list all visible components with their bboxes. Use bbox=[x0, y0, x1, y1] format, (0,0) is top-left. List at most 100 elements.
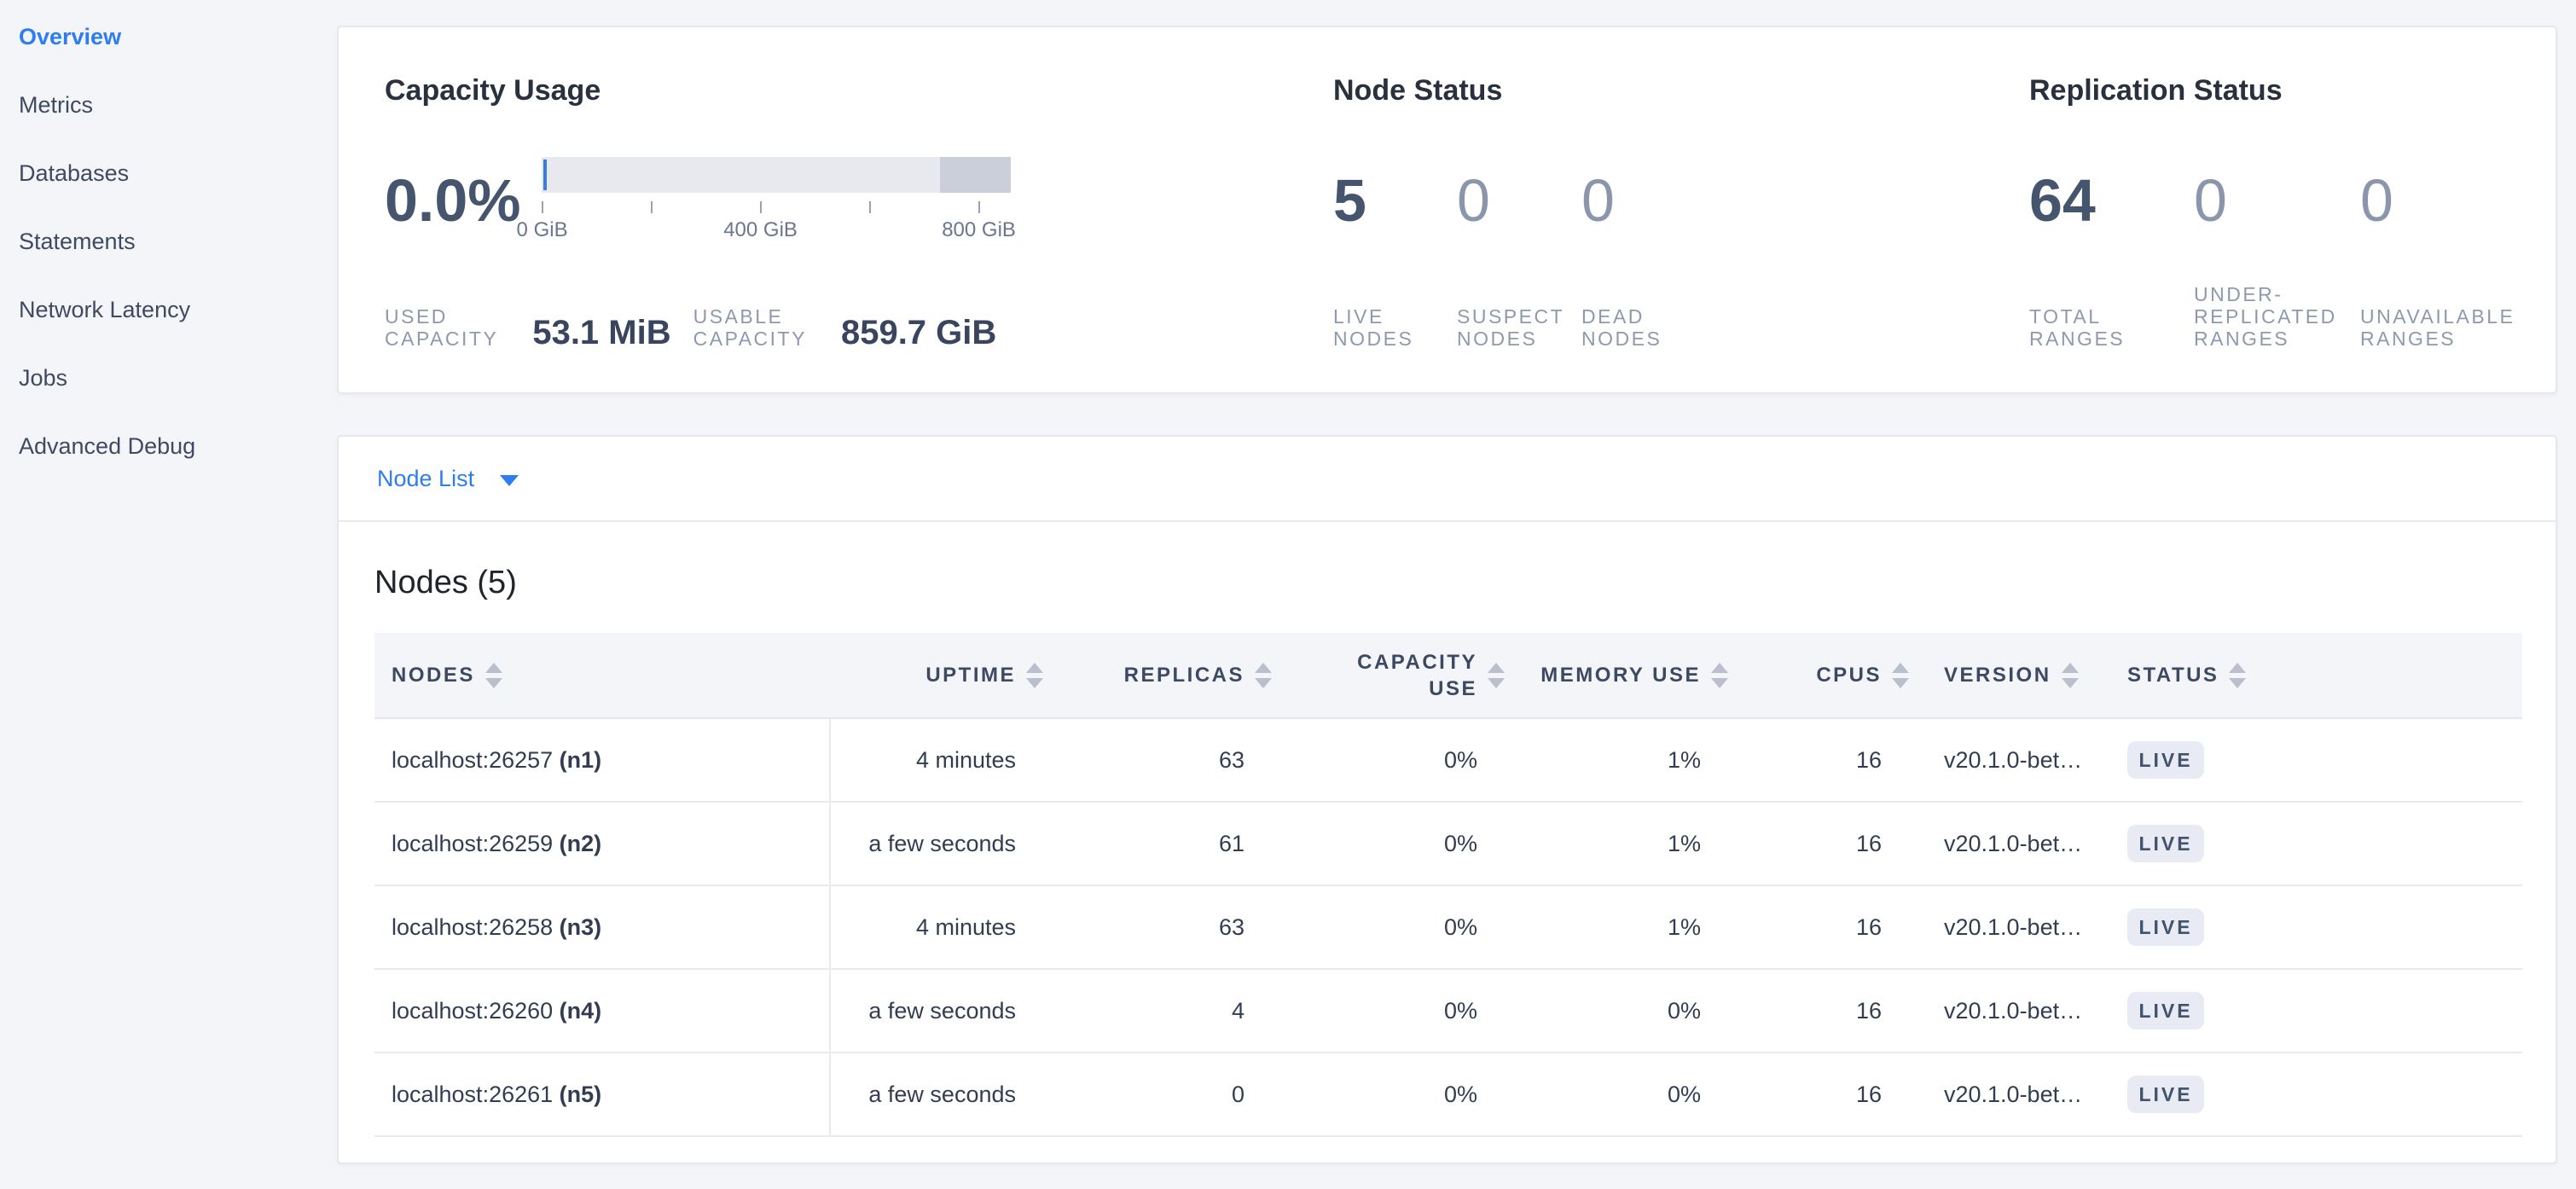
used-capacity-label: USED CAPACITY bbox=[385, 305, 498, 350]
replication-status-title: Replication Status bbox=[2029, 72, 2548, 108]
table-row[interactable]: localhost:26259 (n2) a few seconds 61 0%… bbox=[374, 802, 2522, 885]
cell-capacity-use: 0% bbox=[1282, 718, 1515, 802]
cell-node[interactable]: localhost:26261 (n5) bbox=[374, 1053, 830, 1136]
sort-icon[interactable] bbox=[1255, 663, 1272, 688]
status-badge: LIVE bbox=[2127, 741, 2204, 779]
unavailable-ranges-label: UNAVAILABLE RANGES bbox=[2360, 305, 2548, 350]
node-address: localhost:26261 bbox=[392, 1082, 553, 1107]
cell-replicas: 61 bbox=[1053, 802, 1282, 885]
axis-label-400: 400 GiB bbox=[723, 218, 798, 242]
capacity-bar-dark-segment bbox=[940, 157, 1011, 193]
suspect-nodes-value: 0 bbox=[1457, 167, 1581, 234]
cell-status: LIVE bbox=[2091, 969, 2522, 1053]
header-uptime[interactable]: UPTIME bbox=[830, 633, 1053, 718]
sort-icon[interactable] bbox=[1026, 663, 1043, 688]
used-capacity-stat: USED CAPACITY 53.1 MiB bbox=[385, 305, 671, 350]
usable-capacity-stat: USABLE CAPACITY 859.7 GiB bbox=[693, 305, 997, 350]
table-row[interactable]: localhost:26260 (n4) a few seconds 4 0% … bbox=[374, 969, 2522, 1053]
node-status-section: Node Status 5 LIVE NODES 0 SUSPECT NODES… bbox=[1333, 72, 1692, 350]
cell-replicas: 4 bbox=[1053, 969, 1282, 1053]
header-uptime-label: UPTIME bbox=[925, 664, 1016, 687]
table-row[interactable]: localhost:26258 (n3) 4 minutes 63 0% 1% … bbox=[374, 885, 2522, 969]
header-cpus-label: CPUS bbox=[1816, 664, 1882, 687]
sidebar-nav: Overview Metrics Databases Statements Ne… bbox=[0, 22, 337, 500]
cell-node[interactable]: localhost:26257 (n1) bbox=[374, 718, 830, 802]
sort-icon[interactable] bbox=[1892, 663, 1909, 688]
cell-memory-use: 1% bbox=[1515, 718, 1738, 802]
under-replicated-value: 0 bbox=[2194, 167, 2360, 234]
sort-icon[interactable] bbox=[2229, 663, 2246, 688]
sort-icon[interactable] bbox=[1488, 663, 1505, 688]
sidebar-item-databases[interactable]: Databases bbox=[0, 159, 337, 227]
header-version[interactable]: VERSION bbox=[1919, 633, 2091, 718]
cell-capacity-use: 0% bbox=[1282, 885, 1515, 969]
header-status[interactable]: STATUS bbox=[2091, 633, 2522, 718]
cell-capacity-use: 0% bbox=[1282, 802, 1515, 885]
sidebar-item-overview[interactable]: Overview bbox=[0, 22, 337, 90]
header-capacity-use[interactable]: CAPACITY USE bbox=[1282, 633, 1515, 718]
unavailable-ranges-stat: 0 UNAVAILABLE RANGES bbox=[2360, 167, 2548, 350]
cell-cpus: 16 bbox=[1738, 802, 1919, 885]
capacity-percent: 0.0% bbox=[385, 167, 521, 234]
axis-label-0: 0 GiB bbox=[517, 218, 568, 242]
node-id: (n2) bbox=[560, 831, 602, 856]
header-replicas[interactable]: REPLICAS bbox=[1053, 633, 1282, 718]
cell-memory-use: 0% bbox=[1515, 1053, 1738, 1136]
cell-node[interactable]: localhost:26260 (n4) bbox=[374, 969, 830, 1053]
nodes-card: Node List Nodes (5) NODES UPTIME REPLIC bbox=[337, 435, 2557, 1164]
cell-cpus: 16 bbox=[1738, 969, 1919, 1053]
node-list-selector-label[interactable]: Node List bbox=[377, 466, 474, 492]
nodes-card-body: Nodes (5) NODES UPTIME REPLICAS bbox=[339, 522, 2556, 1166]
header-capacity-use-label: CAPACITY USE bbox=[1337, 649, 1477, 702]
chevron-down-icon bbox=[500, 475, 519, 486]
total-ranges-stat: 64 TOTAL RANGES bbox=[2029, 167, 2194, 350]
cell-cpus: 16 bbox=[1738, 1053, 1919, 1136]
capacity-axis-ticks bbox=[542, 201, 982, 213]
header-version-label: VERSION bbox=[1944, 664, 2051, 687]
sidebar-item-statements[interactable]: Statements bbox=[0, 227, 337, 295]
cell-uptime: a few seconds bbox=[830, 802, 1053, 885]
under-replicated-label: UNDER- REPLICATED RANGES bbox=[2194, 283, 2360, 350]
sidebar-item-metrics[interactable]: Metrics bbox=[0, 90, 337, 159]
node-id: (n3) bbox=[560, 914, 602, 940]
capacity-usage-row: 0.0% 0 GiB 400 GiB 800 GiB bbox=[385, 167, 1019, 234]
cell-node[interactable]: localhost:26259 (n2) bbox=[374, 802, 830, 885]
status-badge: LIVE bbox=[2127, 992, 2204, 1030]
cell-memory-use: 0% bbox=[1515, 969, 1738, 1053]
cell-memory-use: 1% bbox=[1515, 885, 1738, 969]
status-badge: LIVE bbox=[2127, 825, 2204, 862]
node-id: (n4) bbox=[560, 998, 602, 1024]
replication-status-stats: 64 TOTAL RANGES 0 UNDER- REPLICATED RANG… bbox=[2029, 167, 2548, 350]
sort-icon[interactable] bbox=[2062, 663, 2079, 688]
table-row[interactable]: localhost:26257 (n1) 4 minutes 63 0% 1% … bbox=[374, 718, 2522, 802]
cell-capacity-use: 0% bbox=[1282, 969, 1515, 1053]
table-row[interactable]: localhost:26261 (n5) a few seconds 0 0% … bbox=[374, 1053, 2522, 1136]
header-memory-use-label: MEMORY USE bbox=[1540, 664, 1701, 687]
sort-icon[interactable] bbox=[1711, 663, 1728, 688]
capacity-used-indicator bbox=[543, 160, 547, 190]
cell-uptime: 4 minutes bbox=[830, 718, 1053, 802]
header-status-label: STATUS bbox=[2127, 664, 2219, 687]
cell-cpus: 16 bbox=[1738, 885, 1919, 969]
cell-status: LIVE bbox=[2091, 1053, 2522, 1136]
cell-version: v20.1.0-bet… bbox=[1919, 1053, 2091, 1136]
live-nodes-label: LIVE NODES bbox=[1333, 305, 1457, 350]
sidebar-item-advanced-debug[interactable]: Advanced Debug bbox=[0, 432, 337, 500]
table-header-row: NODES UPTIME REPLICAS CAPACITY USE MEMOR… bbox=[374, 633, 2522, 718]
suspect-nodes-label: SUSPECT NODES bbox=[1457, 305, 1581, 350]
sidebar-item-network-latency[interactable]: Network Latency bbox=[0, 295, 337, 363]
cell-status: LIVE bbox=[2091, 718, 2522, 802]
usable-capacity-value: 859.7 GiB bbox=[841, 316, 996, 350]
cell-node[interactable]: localhost:26258 (n3) bbox=[374, 885, 830, 969]
usable-capacity-label: USABLE CAPACITY bbox=[693, 305, 807, 350]
header-cpus[interactable]: CPUS bbox=[1738, 633, 1919, 718]
node-address: localhost:26257 bbox=[392, 747, 553, 773]
sidebar-item-jobs[interactable]: Jobs bbox=[0, 363, 337, 432]
node-list-selector[interactable]: Node List bbox=[339, 437, 2556, 522]
node-id: (n5) bbox=[560, 1082, 602, 1107]
header-nodes[interactable]: NODES bbox=[374, 633, 830, 718]
sort-icon[interactable] bbox=[485, 663, 502, 688]
live-nodes-value: 5 bbox=[1333, 167, 1457, 234]
header-memory-use[interactable]: MEMORY USE bbox=[1515, 633, 1738, 718]
live-nodes-stat: 5 LIVE NODES bbox=[1333, 167, 1457, 350]
